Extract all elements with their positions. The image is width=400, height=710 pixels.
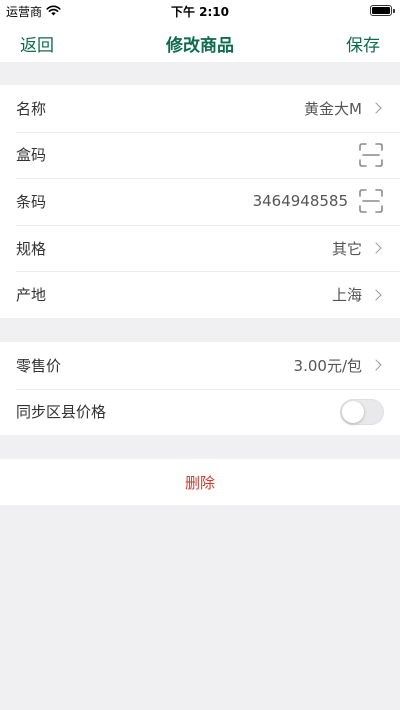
origin-row[interactable]: 产地 上海 bbox=[0, 271, 400, 318]
status-bar: 运营商 下午 2:10 bbox=[0, 0, 400, 22]
spec-value: 其它 bbox=[331, 239, 362, 258]
chevron-right-icon bbox=[370, 242, 382, 254]
status-time: 下午 2:10 bbox=[170, 5, 230, 19]
box-code-row: 盒码 bbox=[0, 131, 400, 179]
spec-label: 规格 bbox=[16, 239, 47, 258]
product-info-group: 名称 黄金大M 盒码 条码 3464948585 规格 其它 产地 上海 bbox=[0, 85, 400, 318]
page-title: 修改商品 bbox=[166, 36, 234, 56]
name-row[interactable]: 名称 黄金大M bbox=[0, 85, 400, 132]
delete-button[interactable]: 删除 bbox=[0, 459, 400, 505]
scan-icon[interactable] bbox=[358, 142, 384, 168]
scan-icon[interactable] bbox=[358, 188, 384, 214]
origin-label: 产地 bbox=[16, 286, 47, 305]
battery-icon bbox=[370, 5, 395, 16]
save-button[interactable]: 保存 bbox=[346, 31, 380, 56]
barcode-row: 条码 3464948585 bbox=[0, 178, 400, 225]
chevron-right-icon bbox=[370, 102, 382, 114]
delete-group: 删除 bbox=[0, 459, 400, 505]
retail-price-value: 3.00元/包 bbox=[293, 356, 362, 375]
navigation-bar: 返回 修改商品 保存 bbox=[0, 22, 400, 62]
sync-county-price-label: 同步区县价格 bbox=[16, 403, 107, 422]
spec-row[interactable]: 规格 其它 bbox=[0, 224, 400, 272]
toggle-knob bbox=[342, 400, 364, 423]
pricing-group: 零售价 3.00元/包 同步区县价格 bbox=[0, 342, 400, 435]
sync-county-price-toggle[interactable] bbox=[340, 398, 384, 425]
retail-price-row[interactable]: 零售价 3.00元/包 bbox=[0, 342, 400, 389]
name-label: 名称 bbox=[16, 99, 47, 118]
sync-county-price-row: 同步区县价格 bbox=[0, 388, 400, 436]
barcode-label: 条码 bbox=[16, 192, 47, 211]
app-screen: 运营商 下午 2:10 返回 修改商品 保存 名称 黄金大M 盒码 条码 346… bbox=[0, 0, 400, 710]
chevron-right-icon bbox=[370, 289, 382, 301]
name-value: 黄金大M bbox=[304, 99, 362, 118]
barcode-value[interactable]: 3464948585 bbox=[253, 192, 348, 210]
chevron-right-icon bbox=[370, 359, 382, 371]
origin-value: 上海 bbox=[331, 286, 362, 305]
box-code-label: 盒码 bbox=[16, 146, 47, 165]
retail-price-label: 零售价 bbox=[16, 356, 62, 375]
